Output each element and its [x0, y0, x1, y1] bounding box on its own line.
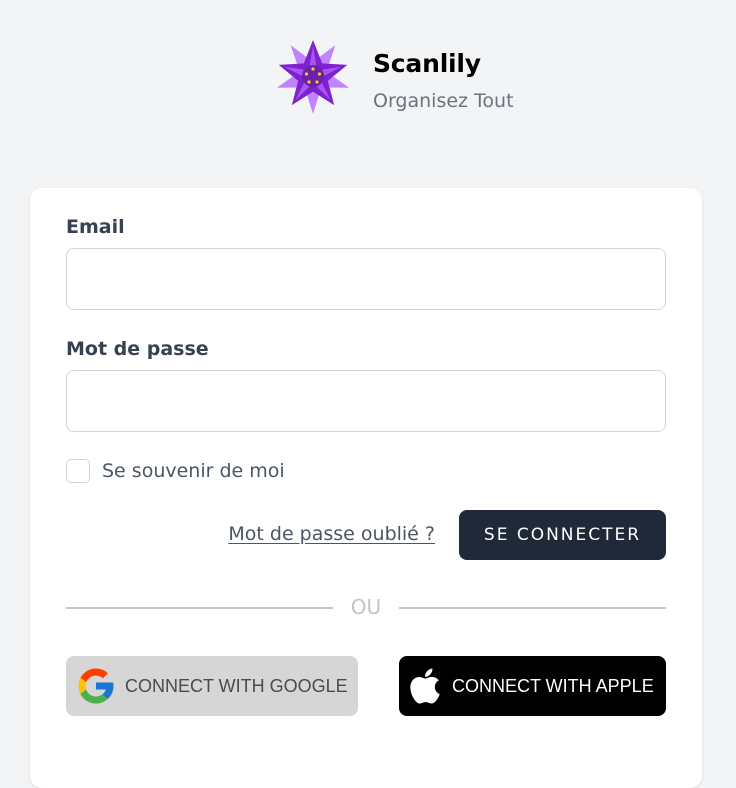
password-field[interactable] — [66, 370, 666, 432]
login-card: Email Mot de passe Se souvenir de moi Mo… — [30, 188, 702, 788]
forgot-password-link[interactable]: Mot de passe oublié ? — [228, 522, 435, 546]
remember-me-checkbox[interactable] — [66, 459, 90, 483]
email-label: Email — [66, 216, 125, 238]
divider-line-right — [399, 607, 666, 609]
apple-login-label: CONNECT WITH APPLE — [452, 675, 654, 696]
lily-flower-icon — [276, 40, 350, 114]
password-label: Mot de passe — [66, 338, 209, 360]
google-login-button[interactable]: CONNECT WITH GOOGLE — [66, 656, 358, 716]
brand-header: Scanlily Organisez Tout — [276, 38, 536, 118]
divider-label: OU — [350, 595, 382, 619]
email-field[interactable] — [66, 248, 666, 310]
or-divider: OU — [66, 594, 666, 620]
google-login-label: CONNECT WITH GOOGLE — [125, 675, 348, 696]
login-button[interactable]: SE CONNECTER — [459, 510, 666, 560]
remember-me-row: Se souvenir de moi — [66, 458, 285, 484]
apple-login-button[interactable]: CONNECT WITH APPLE — [399, 656, 666, 716]
app-tagline: Organisez Tout — [373, 90, 514, 112]
google-icon — [78, 668, 114, 704]
apple-icon — [410, 668, 440, 704]
divider-line-left — [66, 607, 333, 609]
app-name: Scanlily — [373, 49, 481, 78]
remember-me-label[interactable]: Se souvenir de moi — [102, 459, 285, 483]
